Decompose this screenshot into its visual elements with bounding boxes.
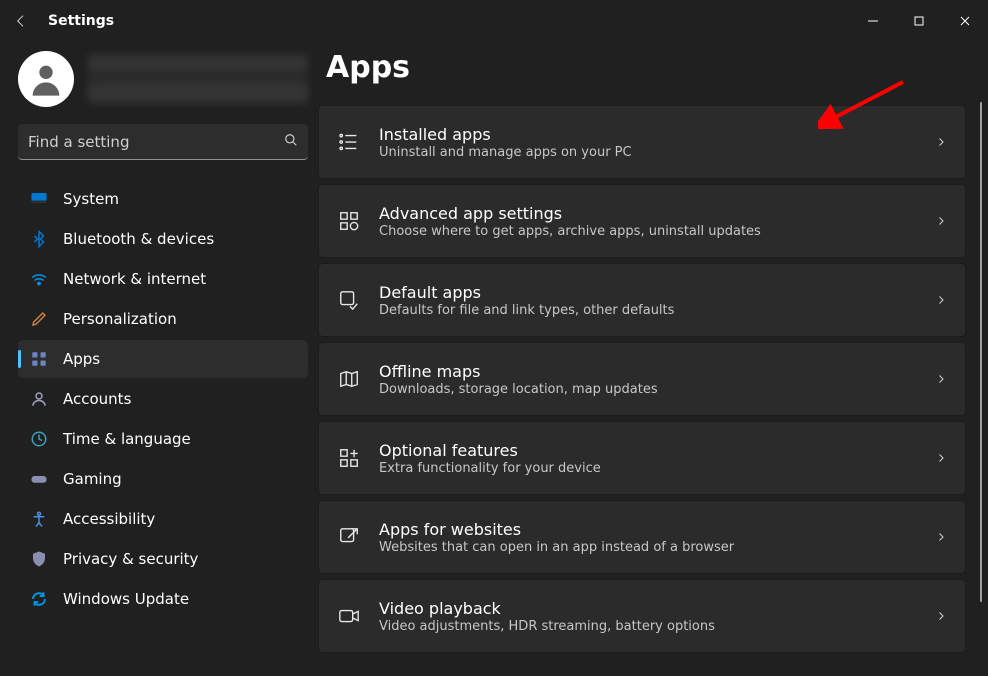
map-download-icon [337,367,361,391]
scrollbar[interactable] [980,102,982,602]
apps-icon [30,350,48,368]
card-desc: Defaults for file and link types, other … [379,303,674,318]
clock-globe-icon [30,430,48,448]
apps-gear-icon [337,209,361,233]
shield-icon [30,550,48,568]
nav-label: Bluetooth & devices [63,230,214,248]
nav-privacy[interactable]: Privacy & security [18,540,308,578]
search-box[interactable] [18,124,308,160]
nav-label: Windows Update [63,590,189,608]
nav-apps[interactable]: Apps [18,340,308,378]
paintbrush-icon [30,310,48,328]
close-button[interactable] [942,5,988,37]
card-video-playback[interactable]: Video playback Video adjustments, HDR st… [318,579,966,653]
default-app-icon [337,288,361,312]
content-area: Apps Installed apps Uninstall and manage… [318,42,988,676]
card-installed-apps[interactable]: Installed apps Uninstall and manage apps… [318,105,966,179]
page-heading: Apps [326,50,966,85]
apps-options-list: Installed apps Uninstall and manage apps… [318,105,966,655]
card-title: Video playback [379,599,715,618]
link-app-icon [337,525,361,549]
nav-system[interactable]: System [18,180,308,218]
nav-list: System Bluetooth & devices Network & int… [18,180,308,618]
nav-label: Accessibility [63,510,155,528]
monitor-icon [30,190,48,208]
nav-accounts[interactable]: Accounts [18,380,308,418]
card-offline-maps[interactable]: Offline maps Downloads, storage location… [318,342,966,416]
chevron-right-icon [935,528,947,547]
nav-label: Privacy & security [63,550,198,568]
update-icon [30,590,48,608]
search-icon [284,132,298,151]
sidebar: System Bluetooth & devices Network & int… [18,42,318,676]
close-icon [959,15,971,27]
chevron-right-icon [935,133,947,152]
back-button[interactable] [0,0,42,42]
search-input[interactable] [28,133,284,151]
maximize-button[interactable] [896,5,942,37]
nav-label: Accounts [63,390,131,408]
card-title: Advanced app settings [379,204,761,223]
nav-label: Time & language [63,430,191,448]
nav-bluetooth[interactable]: Bluetooth & devices [18,220,308,258]
nav-gaming[interactable]: Gaming [18,460,308,498]
card-desc: Video adjustments, HDR streaming, batter… [379,619,715,634]
nav-label: Personalization [63,310,177,328]
card-optional-features[interactable]: Optional features Extra functionality fo… [318,421,966,495]
card-default-apps[interactable]: Default apps Defaults for file and link … [318,263,966,337]
wifi-icon [30,270,48,288]
video-icon [337,604,361,628]
card-title: Default apps [379,283,674,302]
card-title: Offline maps [379,362,658,381]
nav-label: System [63,190,119,208]
avatar [18,51,74,107]
chevron-right-icon [935,449,947,468]
nav-label: Network & internet [63,270,206,288]
nav-accessibility[interactable]: Accessibility [18,500,308,538]
account-name-redacted [88,55,308,103]
list-check-icon [337,130,361,154]
nav-label: Apps [63,350,100,368]
card-desc: Extra functionality for your device [379,461,601,476]
titlebar: Settings [0,0,988,42]
maximize-icon [913,15,925,27]
card-advanced-app-settings[interactable]: Advanced app settings Choose where to ge… [318,184,966,258]
card-desc: Choose where to get apps, archive apps, … [379,224,761,239]
bluetooth-icon [30,230,48,248]
add-feature-icon [337,446,361,470]
nav-label: Gaming [63,470,122,488]
card-desc: Websites that can open in an app instead… [379,540,734,555]
user-icon [26,59,66,99]
account-block[interactable] [18,42,308,116]
chevron-right-icon [935,212,947,231]
card-title: Installed apps [379,125,632,144]
card-desc: Uninstall and manage apps on your PC [379,145,632,160]
nav-time[interactable]: Time & language [18,420,308,458]
minimize-icon [867,15,879,27]
chevron-right-icon [935,291,947,310]
nav-network[interactable]: Network & internet [18,260,308,298]
card-apps-for-websites[interactable]: Apps for websites Websites that can open… [318,500,966,574]
nav-update[interactable]: Windows Update [18,580,308,618]
back-arrow-icon [13,13,29,29]
card-title: Optional features [379,441,601,460]
nav-personalization[interactable]: Personalization [18,300,308,338]
window-controls [850,5,988,37]
chevron-right-icon [935,607,947,626]
gamepad-icon [30,470,48,488]
person-icon [30,390,48,408]
accessibility-icon [30,510,48,528]
minimize-button[interactable] [850,5,896,37]
chevron-right-icon [935,370,947,389]
window-title: Settings [48,13,114,29]
card-desc: Downloads, storage location, map updates [379,382,658,397]
card-title: Apps for websites [379,520,734,539]
